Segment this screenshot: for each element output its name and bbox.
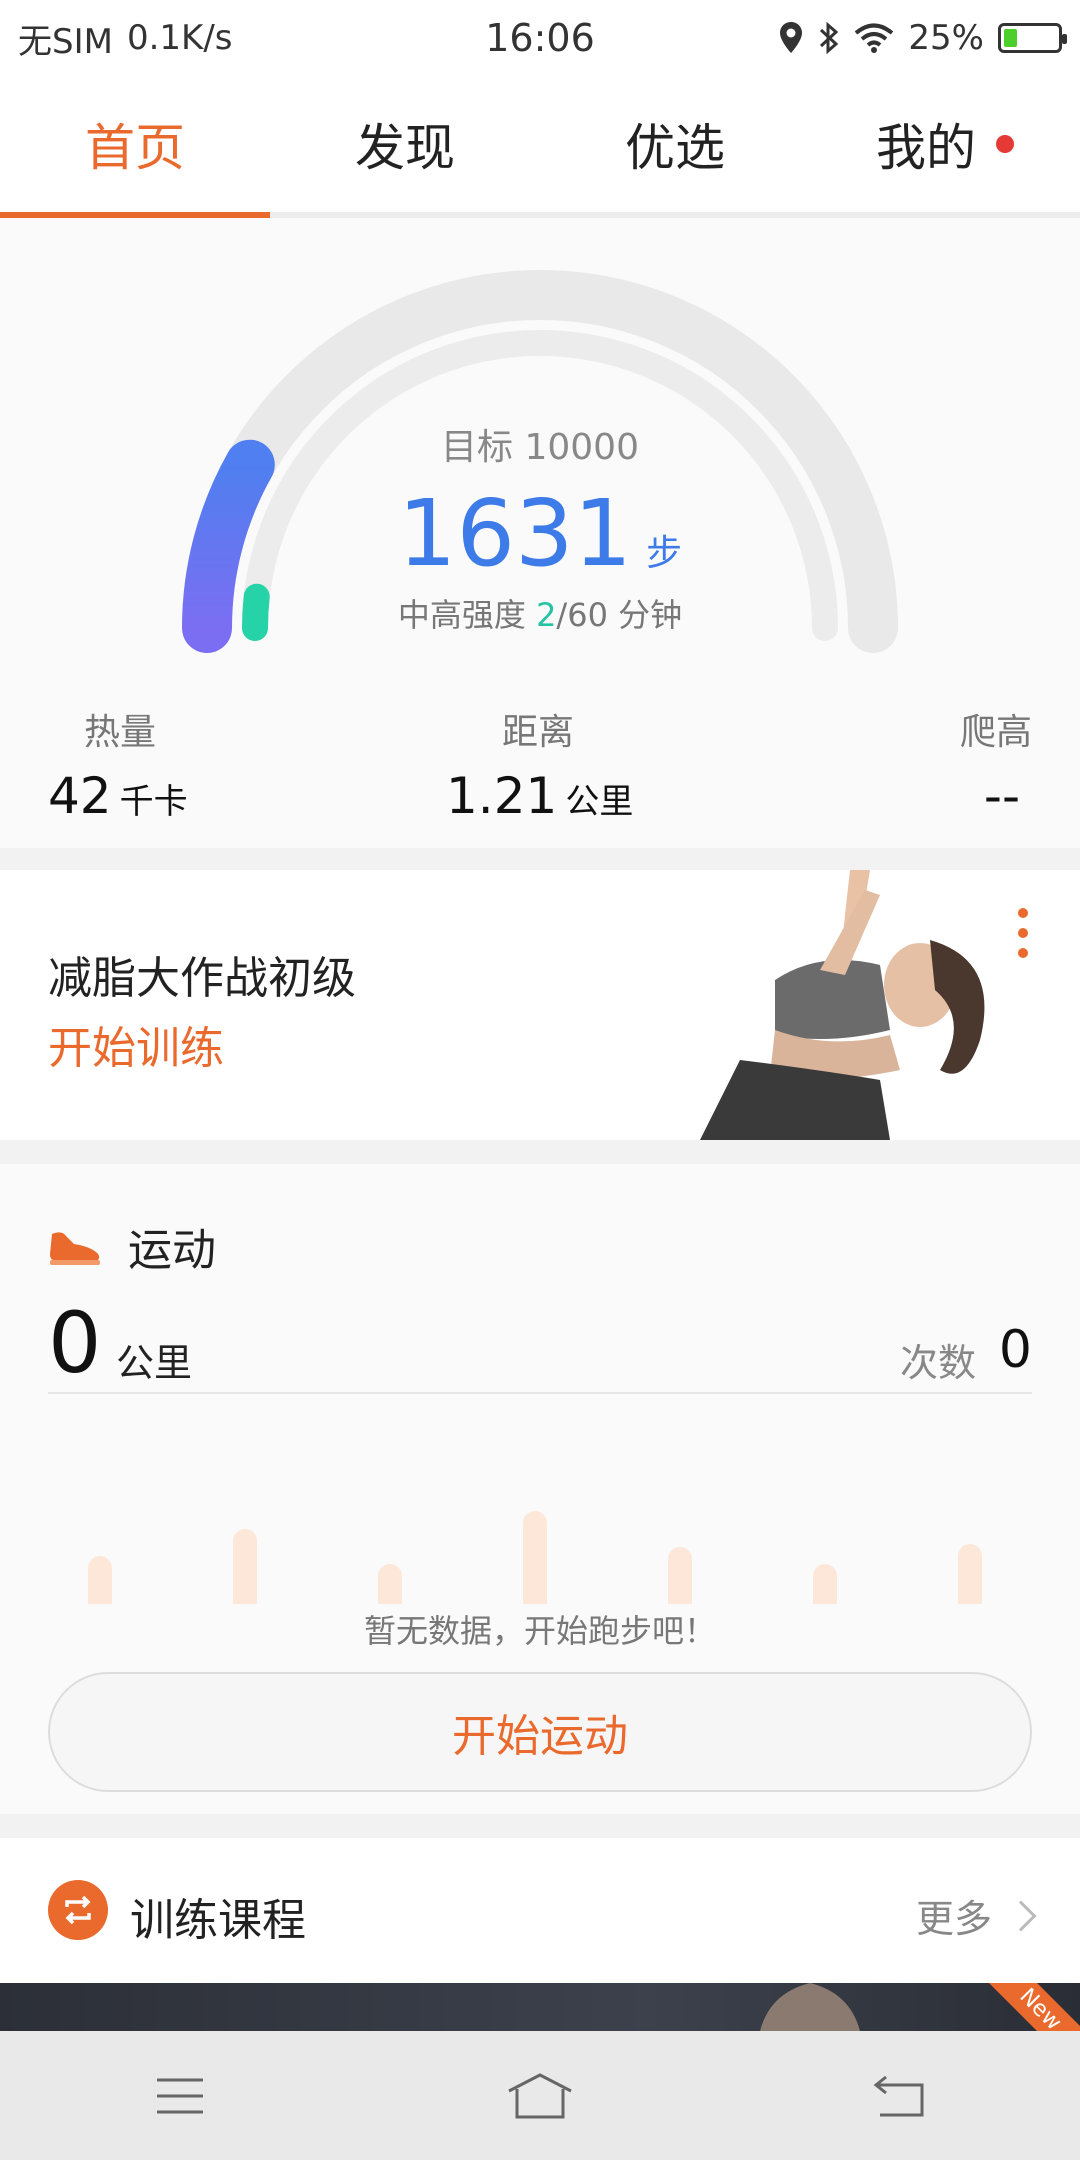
tab-discover[interactable]: 发现 (270, 76, 540, 212)
placeholder-bar (523, 1511, 547, 1604)
chevron-right-icon (1005, 1899, 1037, 1932)
more-options-icon[interactable] (1018, 908, 1030, 958)
sport-header: 运动 (48, 1214, 216, 1278)
courses-more-label: 更多 (915, 1897, 992, 1941)
placeholder-bar (88, 1556, 112, 1604)
tab-home[interactable]: 首页 (0, 76, 270, 218)
status-left: 无SIM 0.1K/s (18, 14, 233, 63)
sport-card: 运动 0 公里 次数 0 暂无数据，开始跑步吧！ 开始运动 (0, 1164, 1080, 1814)
back-icon (873, 2075, 924, 2116)
status-right: 25% (778, 18, 1067, 58)
sport-count-value: 0 (998, 1320, 1032, 1380)
battery-percent: 25% (908, 18, 984, 58)
home-screen: 无SIM 0.1K/s 16:06 25% 首页 发现 优选 我的 目标 100… (0, 0, 1080, 2160)
battery-icon (998, 23, 1067, 53)
carrier-text: 无SIM (18, 21, 113, 62)
tab-featured[interactable]: 优选 (540, 76, 810, 212)
intensity-suffix: /60 分钟 (556, 596, 683, 634)
courses-title: 训练课程 (130, 1895, 306, 1946)
distance-label: 距离 (502, 712, 575, 753)
banner-athlete-image (760, 1983, 860, 2031)
step-count-row: 1631 步 (0, 480, 1080, 587)
placeholder-bar (233, 1529, 257, 1604)
location-icon (780, 22, 803, 53)
status-bar: 无SIM 0.1K/s 16:06 25% (0, 0, 1080, 76)
top-tab-bar: 首页 发现 优选 我的 (0, 76, 1080, 218)
metrics-row: 热量 42 千卡 距离 1.21 公里 爬高 -- (0, 703, 1080, 833)
step-goal: 目标 10000 (441, 427, 639, 468)
courses-icon (48, 1880, 108, 1940)
intensity-value: 2 (536, 596, 557, 634)
placeholder-bar (668, 1547, 692, 1604)
metric-distance: 距离 1.21 公里 (446, 703, 633, 825)
metric-calories: 热量 42 千卡 (48, 703, 188, 825)
tab-home-label: 首页 (85, 119, 185, 177)
home-button[interactable] (480, 2056, 600, 2136)
tab-featured-label: 优选 (625, 119, 725, 177)
climb-label: 爬高 (959, 712, 1032, 753)
courses-more-link[interactable]: 更多 (915, 1888, 1037, 1943)
home-icon (508, 2072, 572, 2118)
course-banner[interactable]: New (0, 1983, 1080, 2031)
wifi-icon (855, 23, 894, 53)
placeholder-bar (813, 1563, 837, 1604)
empty-activity-bars (48, 1454, 1032, 1604)
no-data-message: 暂无数据，开始跑步吧！ (363, 1612, 716, 1650)
system-navigation-bar (0, 2031, 1080, 2160)
tab-me[interactable]: 我的 (810, 76, 1080, 212)
sport-distance-value: 0 (48, 1294, 102, 1392)
bluetooth-icon (820, 21, 839, 55)
sport-distance-unit: 公里 (116, 1341, 193, 1385)
running-shoe-icon (50, 1232, 100, 1265)
back-button[interactable] (840, 2056, 960, 2136)
menu-button[interactable] (120, 2056, 240, 2136)
courses-header: 训练课程 更多 (0, 1838, 1080, 1983)
notification-dot (996, 135, 1014, 153)
calories-value-row: 42 千卡 (48, 767, 188, 825)
distance-value-row: 1.21 公里 (446, 767, 633, 825)
calories-unit: 千卡 (119, 782, 188, 822)
distance-unit: 公里 (565, 782, 634, 822)
sport-title: 运动 (128, 1225, 216, 1276)
step-summary-card[interactable]: 目标 10000 1631 步 中高强度 2/60 分钟 热量 42 千卡 距离 1… (0, 218, 1080, 848)
metric-climb: 爬高 -- (960, 703, 1032, 825)
tab-discover-label: 发现 (355, 119, 455, 177)
sport-count-label: 次数 (899, 1341, 976, 1385)
start-exercise-button[interactable]: 开始运动 (48, 1672, 1032, 1792)
placeholder-bar (958, 1544, 982, 1604)
calories-value: 42 (48, 767, 112, 825)
new-badge: New (978, 1983, 1080, 2031)
distance-value: 1.21 (446, 767, 558, 825)
intensity-minutes: 中高强度 2/60 分钟 (0, 590, 1080, 636)
training-plan-card[interactable]: 减脂大作战初级 开始训练 (0, 870, 1080, 1140)
calories-label: 热量 (84, 712, 157, 753)
placeholder-bar (378, 1563, 402, 1604)
menu-icon (157, 2078, 203, 2113)
step-unit: 步 (646, 533, 683, 574)
training-plan-title: 减脂大作战初级 (48, 953, 356, 1004)
tab-me-label: 我的 (876, 119, 976, 177)
climb-value: -- (983, 767, 1020, 825)
network-speed: 0.1K/s (126, 18, 233, 58)
battery-level (1004, 29, 1017, 47)
sport-distance-row: 0 公里 次数 0 (48, 1294, 1032, 1394)
intensity-prefix: 中高强度 (397, 596, 537, 634)
step-count: 1631 (397, 480, 633, 587)
start-training-link[interactable]: 开始训练 (48, 1012, 224, 1076)
training-woman-image (700, 870, 985, 1140)
